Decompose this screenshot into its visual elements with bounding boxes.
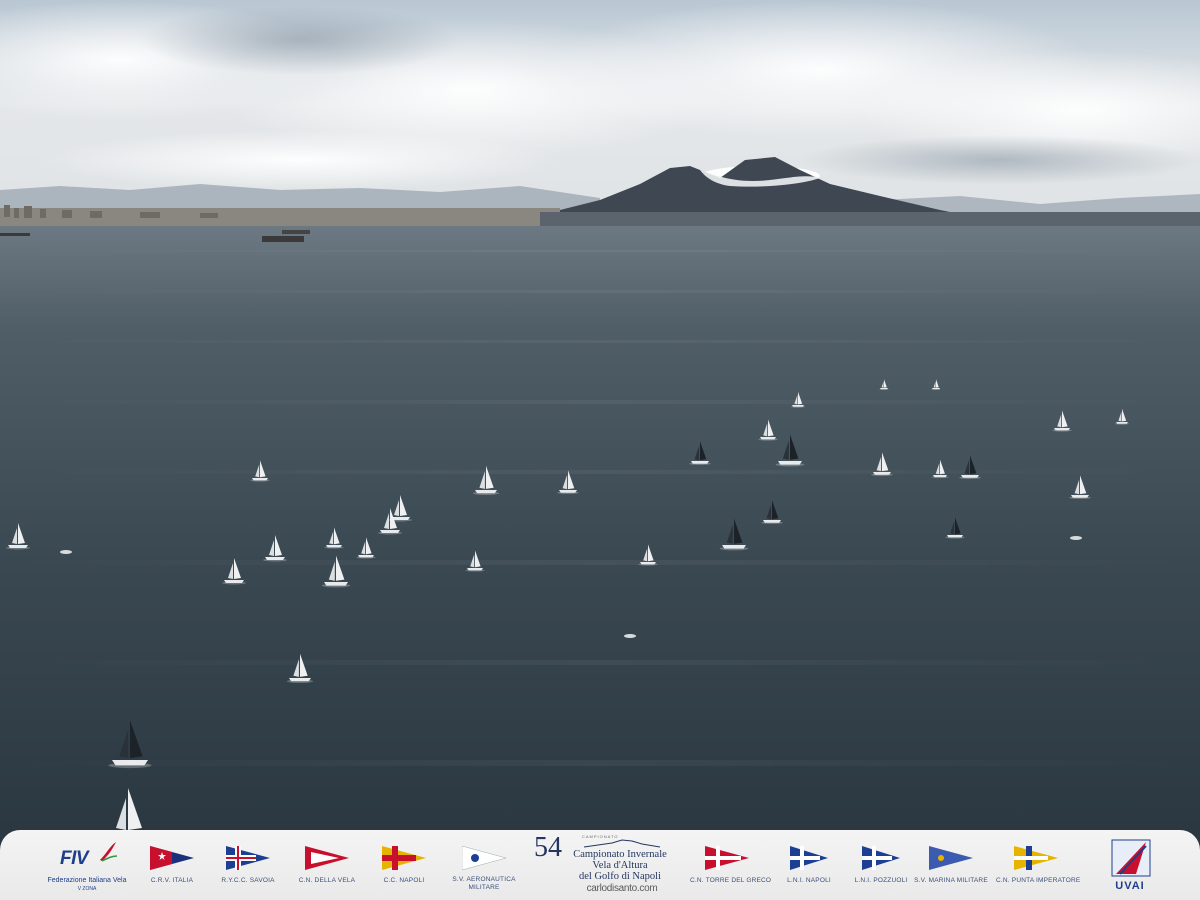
cn-della-vela-burgee-icon bbox=[305, 846, 349, 870]
club-lni-pozzuoli: L.N.I. POZZUOLI bbox=[848, 830, 914, 900]
club-cn-della-vela: C.N. DELLA VELA bbox=[292, 830, 362, 900]
club-label: L.N.I. NAPOLI bbox=[787, 877, 831, 884]
cn-torre-del-greco-burgee-icon bbox=[705, 846, 749, 870]
fiv-logo: FIV Federazione Italiana Vela V ZONA bbox=[38, 830, 136, 900]
photographer-site: carlodisanto.com bbox=[586, 883, 658, 894]
club-label: S.V. AERONAUTICA MILITARE bbox=[452, 876, 516, 891]
rycc-savoia-burgee-icon bbox=[226, 846, 270, 870]
championship-line-2: Vela d'Altura bbox=[592, 860, 648, 871]
club-lni-napoli: L.N.I. NAPOLI bbox=[776, 830, 842, 900]
sponsor-footer-bar: FIV Federazione Italiana Vela V ZONA C.R… bbox=[0, 830, 1200, 900]
cn-punta-imperatore-burgee-icon bbox=[1014, 846, 1058, 870]
cc-napoli-burgee-icon bbox=[382, 846, 426, 870]
club-label: R.Y.C.C. SAVOIA bbox=[221, 877, 275, 884]
club-cc-napoli: C.C. NAPOLI bbox=[370, 830, 438, 900]
club-label: C.C. NAPOLI bbox=[383, 877, 425, 884]
fiv-name: Federazione Italiana Vela bbox=[47, 877, 127, 884]
club-label: C.N. DELLA VELA bbox=[298, 877, 356, 884]
motor-boat bbox=[624, 634, 636, 638]
crv-italia-burgee-icon bbox=[150, 846, 194, 870]
championship-logo: 54 CAMPIONATO Campionato Invernale Vela … bbox=[532, 830, 672, 900]
fiv-zone: V ZONA bbox=[77, 886, 97, 892]
motor-boat bbox=[1070, 536, 1082, 540]
lni-napoli-burgee-icon bbox=[790, 846, 828, 870]
club-label: L.N.I. POZZUOLI bbox=[854, 877, 908, 884]
club-cn-torre-del-greco: C.N. TORRE DEL GRECO bbox=[690, 830, 772, 900]
club-label: S.V. MARINA MILITARE bbox=[914, 877, 988, 884]
sv-aeronautica-burgee-icon bbox=[462, 846, 506, 870]
championship-line-1: Campionato Invernale bbox=[573, 849, 667, 860]
championship-edition-number: 54 bbox=[534, 832, 562, 863]
uvai-wordmark: UVAI bbox=[1115, 880, 1145, 892]
club-rycc-savoia: R.Y.C.C. SAVOIA bbox=[214, 830, 282, 900]
club-crv-italia: C.R.V. ITALIA bbox=[138, 830, 206, 900]
photo-stage: FIV Federazione Italiana Vela V ZONA C.R… bbox=[0, 0, 1200, 900]
sv-marina-militare-burgee-icon bbox=[929, 846, 973, 870]
club-label: C.N. PUNTA IMPERATORE bbox=[996, 877, 1081, 884]
city-shoreline bbox=[0, 208, 560, 226]
fiv-wordmark: FIV bbox=[60, 848, 89, 869]
lni-pozzuoli-burgee-icon bbox=[862, 846, 900, 870]
club-sv-marina-militare: S.V. MARINA MILITARE bbox=[914, 830, 988, 900]
championship-line-3: del Golfo di Napoli bbox=[579, 871, 661, 882]
uvai-logo: UVAI bbox=[1102, 830, 1162, 900]
uvai-sail-emblem-icon bbox=[1111, 839, 1151, 877]
club-cn-punta-imperatore: C.N. PUNTA IMPERATORE bbox=[996, 830, 1081, 900]
club-label: C.R.V. ITALIA bbox=[150, 877, 194, 884]
club-sv-aeronautica-militare: S.V. AERONAUTICA MILITARE bbox=[448, 830, 520, 900]
motor-boat bbox=[60, 550, 72, 554]
club-label: C.N. TORRE DEL GRECO bbox=[690, 877, 772, 884]
gulf-of-naples-photo bbox=[0, 0, 1200, 900]
volcano-outline-icon bbox=[583, 839, 661, 848]
fiv-swoosh-icon bbox=[100, 842, 118, 862]
